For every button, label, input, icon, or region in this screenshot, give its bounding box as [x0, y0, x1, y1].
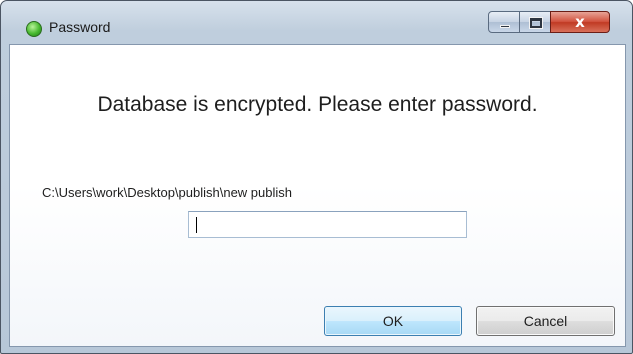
cancel-button[interactable]: Cancel — [476, 306, 615, 336]
minimize-button[interactable] — [488, 11, 520, 33]
maximize-button[interactable] — [519, 11, 551, 33]
maximize-icon — [530, 18, 542, 28]
close-button[interactable]: x — [550, 11, 610, 33]
password-dialog-window: Password x Database is encrypted. Please… — [0, 0, 633, 354]
minimize-icon — [500, 25, 510, 28]
window-title: Password — [49, 19, 111, 35]
dialog-message: Database is encrypted. Please enter pass… — [97, 93, 538, 116]
close-icon: x — [575, 13, 585, 31]
dialog-body: Database is encrypted. Please enter pass… — [9, 44, 626, 347]
caption-buttons: x — [488, 11, 622, 33]
password-input[interactable] — [188, 211, 467, 238]
ok-button[interactable]: OK — [324, 306, 462, 336]
app-icon — [26, 21, 42, 37]
title-bar[interactable]: Password x — [1, 1, 632, 37]
text-caret — [196, 217, 197, 233]
database-path-label: C:\Users\work\Desktop\publish\new publis… — [42, 185, 292, 200]
